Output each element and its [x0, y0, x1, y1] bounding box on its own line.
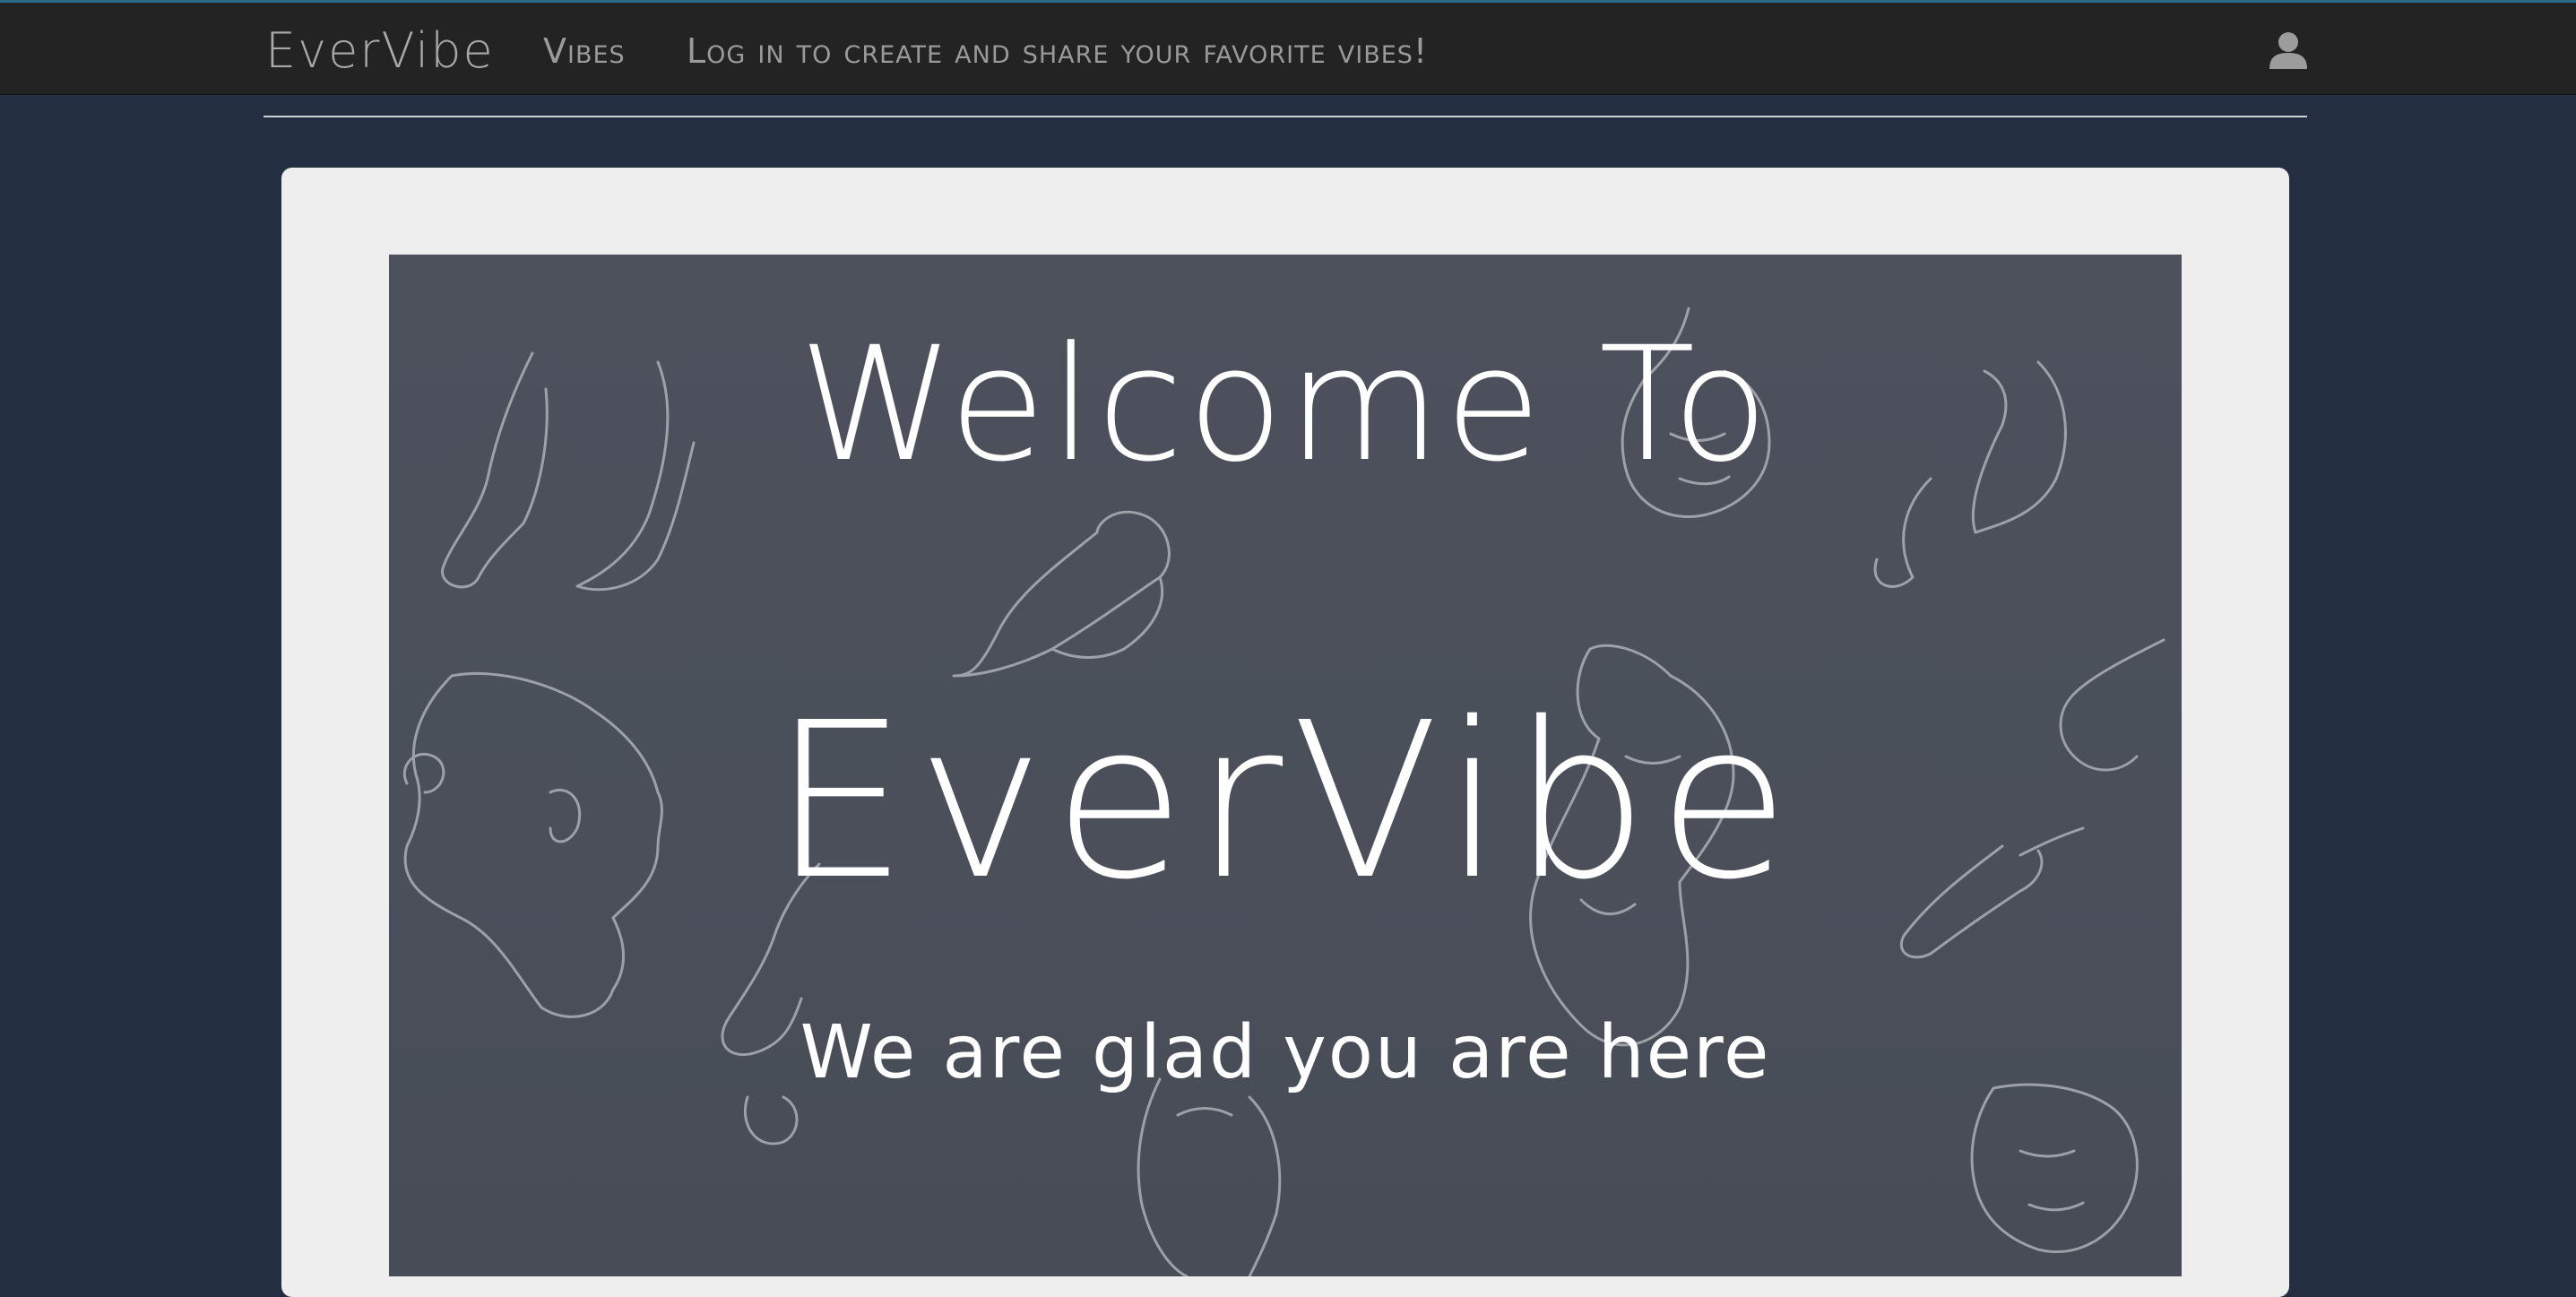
user-icon[interactable] [2268, 30, 2309, 71]
header-divider [264, 116, 2307, 117]
login-prompt: Log in to create and share your favorite… [687, 31, 1429, 71]
brand-logo[interactable]: EverVibe [265, 22, 495, 79]
navbar: EverVibe Vibes Log in to create and shar… [0, 0, 2576, 95]
hero-tagline: We are glad you are here [800, 1010, 1771, 1095]
nav-link-vibes[interactable]: Vibes [543, 31, 626, 71]
hero-logo: EverVibe [772, 676, 1799, 927]
welcome-heading: Welcome To [798, 313, 1773, 497]
hero-banner: Welcome To EverVibe We are glad you are … [389, 255, 2182, 1276]
